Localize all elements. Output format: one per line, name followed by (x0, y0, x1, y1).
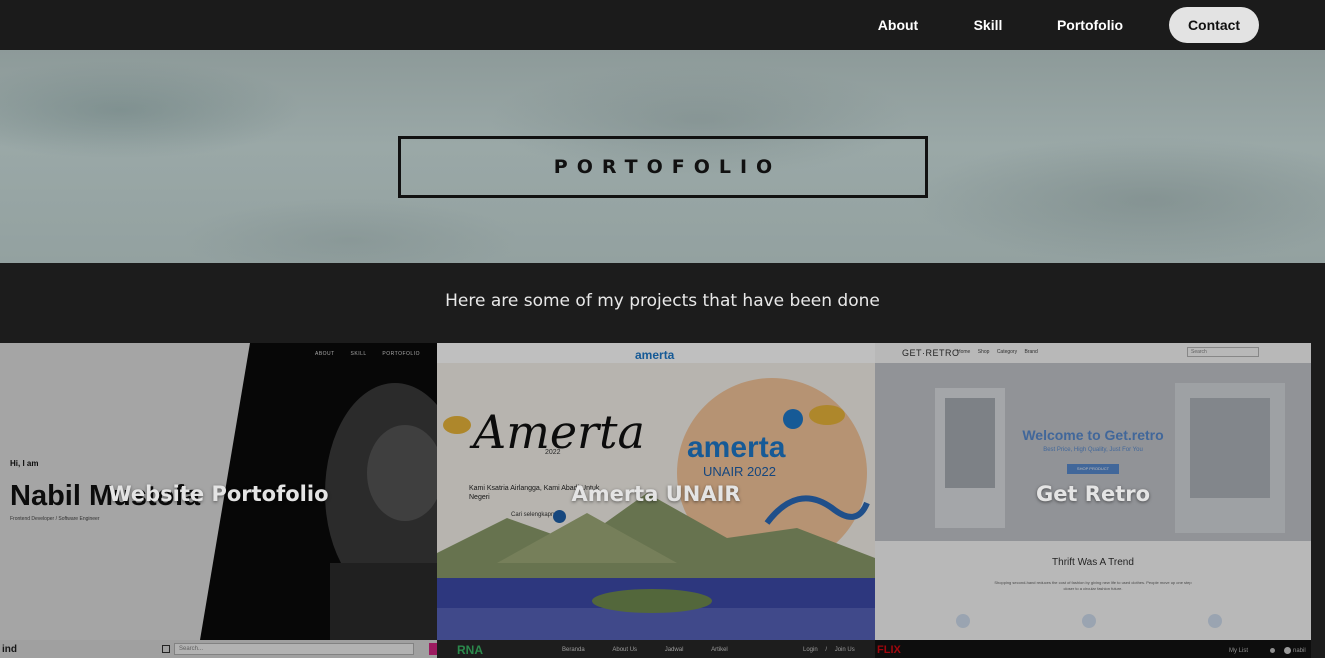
hero-banner: PORTOFOLIO (0, 50, 1325, 263)
project-title: Website Portofolio (108, 482, 329, 506)
hero-title: PORTOFOLIO (553, 156, 782, 178)
project-card-6[interactable]: FLIX My List nabil (875, 640, 1311, 658)
top-navbar: About Skill Portofolio Contact (0, 0, 1325, 50)
project-card-4[interactable]: ind Search... (0, 640, 437, 658)
project-card-portofolio[interactable]: ABOUT SKILL PORTOFOLIO Hi, I am Nabil Mu… (0, 343, 437, 640)
section-subtitle: Here are some of my projects that have b… (445, 291, 880, 311)
project-card-get-retro[interactable]: GET·RETRO Home Shop Category Brand Searc… (875, 343, 1311, 640)
project-title: Amerta UNAIR (571, 482, 741, 506)
project-card-amerta[interactable]: amerta Amerta 2022 Kami Ksatria Airlangg… (437, 343, 875, 640)
nav-about[interactable]: About (862, 7, 934, 43)
nav-contact-button[interactable]: Contact (1169, 7, 1259, 43)
project-title: Get Retro (1035, 482, 1151, 506)
nav-skill[interactable]: Skill (958, 7, 1018, 43)
project-card-5[interactable]: RNA Beranda About Us Jadwal Artikel Logi… (437, 640, 875, 658)
hero-title-box: PORTOFOLIO (398, 136, 928, 198)
nav-portofolio[interactable]: Portofolio (1042, 7, 1138, 43)
